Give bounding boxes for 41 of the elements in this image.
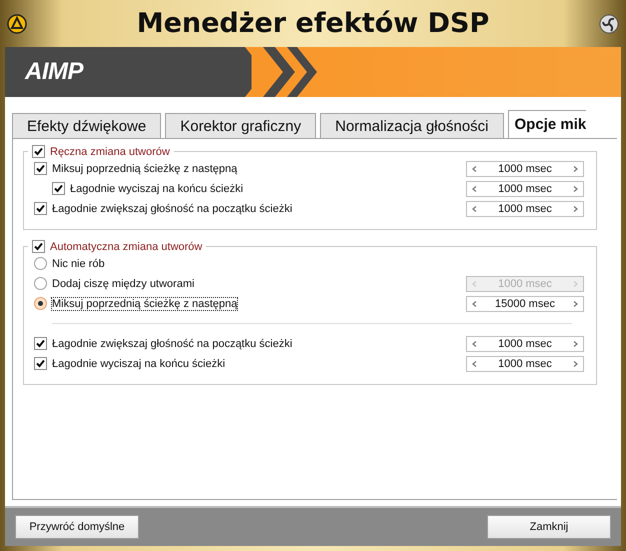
checkbox-label[interactable]: Miksuj poprzednią ścieżkę z następną — [52, 162, 238, 174]
close-button[interactable]: Zamknij — [487, 515, 611, 539]
radio-button[interactable] — [34, 297, 47, 310]
group-label[interactable]: Automatyczna zmiana utworów — [50, 240, 202, 252]
checkbox[interactable] — [34, 337, 47, 350]
window-title: Menedżer efektów DSP — [136, 8, 490, 39]
checkmark-icon — [36, 359, 45, 368]
checkbox[interactable] — [32, 240, 45, 253]
tab[interactable]: Opcje mik — [508, 110, 586, 138]
spiral-icon[interactable] — [599, 14, 619, 34]
tab[interactable]: Normalizacja głośności — [320, 113, 504, 138]
radio-label[interactable]: Nic nie rób — [52, 258, 105, 270]
checkbox[interactable] — [32, 145, 45, 158]
spin-field[interactable]: 15000 msec — [466, 296, 584, 312]
reset-button[interactable]: Przywróć domyślne — [15, 515, 139, 539]
radio-button[interactable] — [34, 257, 47, 270]
spin-field[interactable]: 1000 msec — [466, 336, 584, 352]
checkbox-label[interactable]: Łagodnie wyciszaj na końcu ścieżki — [70, 182, 244, 194]
group-label[interactable]: Ręczna zmiana utworów — [50, 146, 170, 158]
tab[interactable]: Efekty dźwiękowe — [12, 113, 162, 138]
checkbox[interactable] — [52, 182, 65, 195]
spin-field[interactable]: 1000 msec — [466, 200, 584, 216]
checkbox-label[interactable]: Łagodnie zwiększaj głośność na początku ścieżki — [52, 202, 292, 214]
spin-field[interactable]: 1000 msec — [466, 356, 584, 372]
radio-button[interactable] — [34, 277, 47, 290]
brand-logo: AIMP — [25, 58, 83, 86]
checkmark-icon — [54, 184, 63, 193]
spin-field[interactable]: 1000 msec — [466, 180, 584, 196]
checkbox-label[interactable]: Łagodnie wyciszaj na końcu ścieżki — [52, 358, 226, 370]
checkmark-icon — [36, 204, 45, 213]
spin-field[interactable]: 1000 msec — [466, 160, 584, 176]
app-logo-icon[interactable] — [7, 14, 27, 34]
checkmark-icon — [34, 242, 43, 251]
tab[interactable]: Korektor graficzny — [165, 113, 316, 138]
checkbox[interactable] — [34, 357, 47, 370]
radio-label[interactable]: Miksuj poprzednią ścieżkę z następną — [52, 298, 238, 310]
checkbox-label[interactable]: Łagodnie zwiększaj głośność na początku ścieżki — [52, 338, 292, 350]
checkbox[interactable] — [34, 202, 47, 215]
checkbox[interactable] — [34, 162, 47, 175]
radio-label[interactable]: Dodaj ciszę między utworami — [52, 278, 194, 290]
checkmark-icon — [36, 339, 45, 348]
